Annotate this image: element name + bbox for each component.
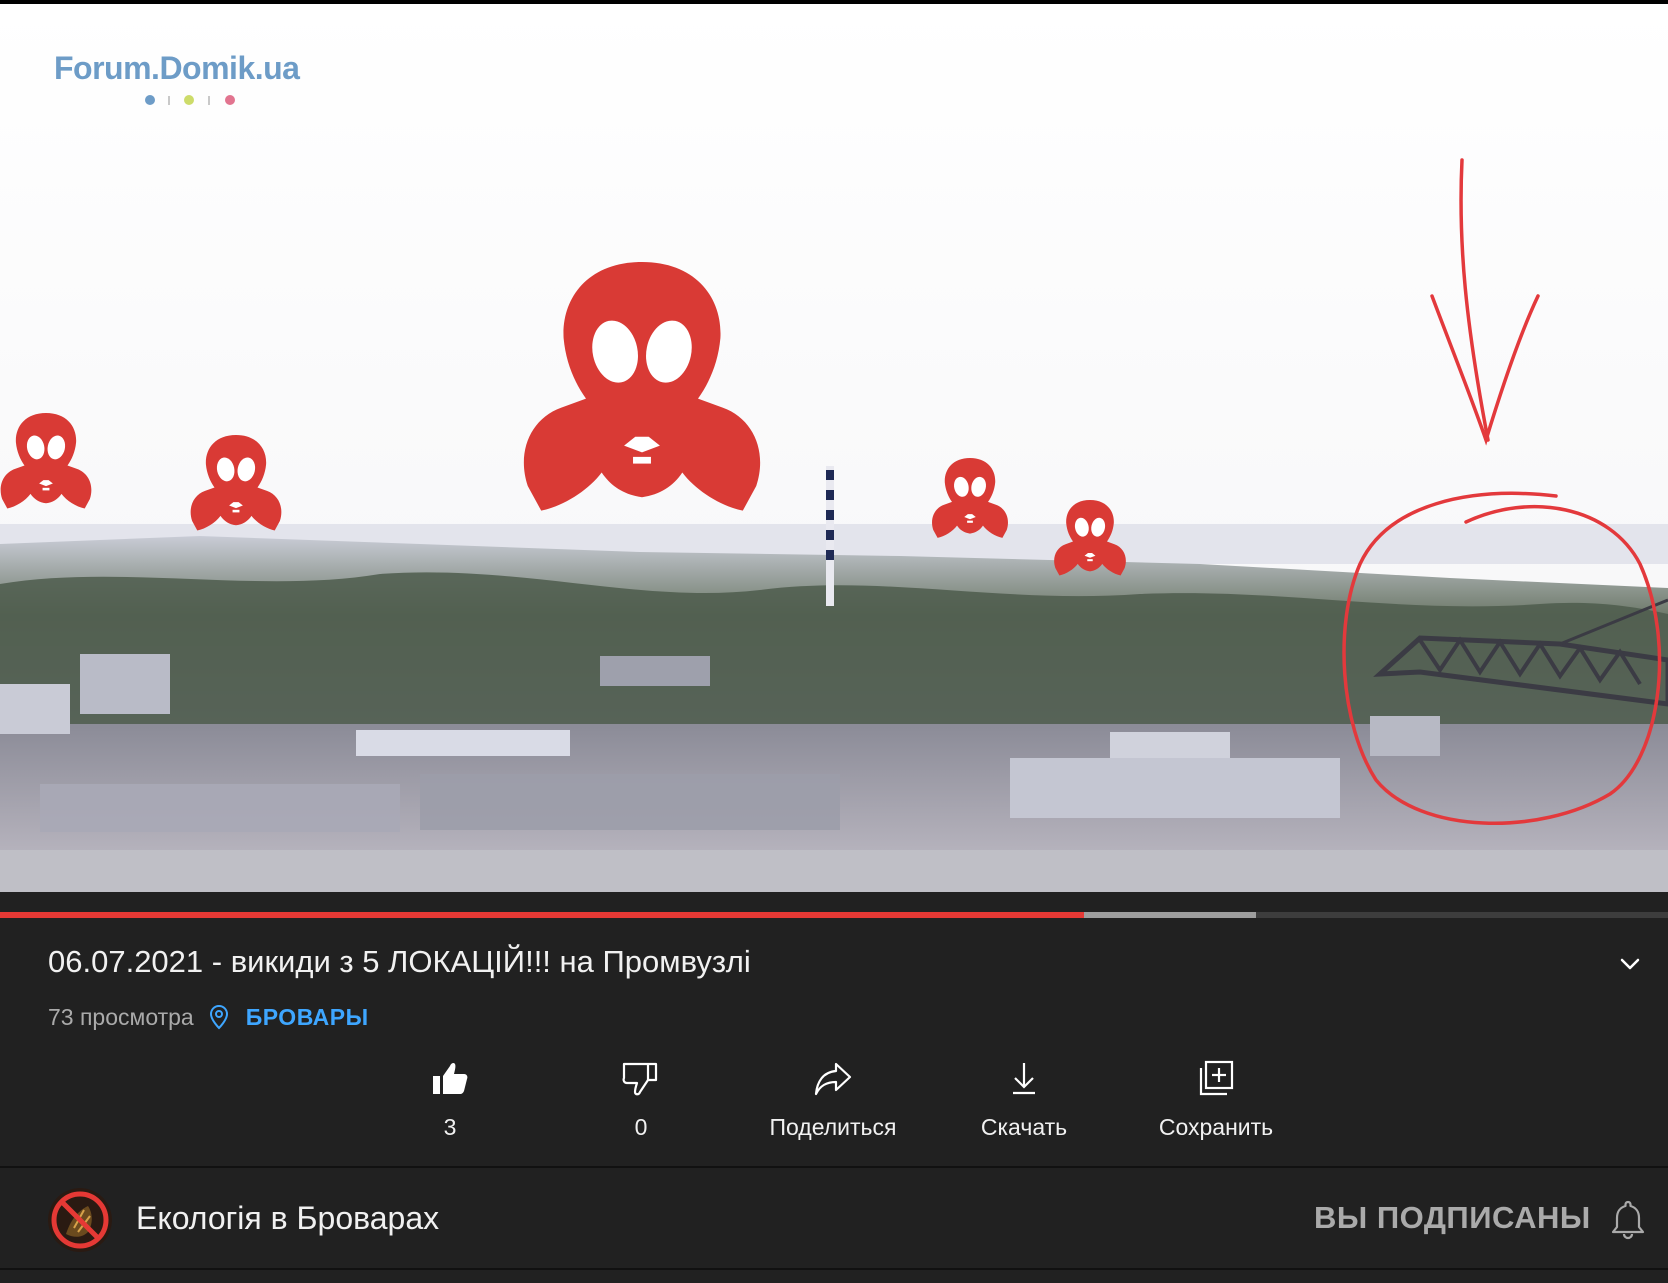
location-link[interactable]: БРОВАРЫ <box>246 1004 369 1031</box>
thumbs-down-icon <box>622 1062 658 1096</box>
location-pin-icon <box>209 1004 228 1030</box>
bell-icon[interactable] <box>1608 1198 1648 1240</box>
video-info-panel: 06.07.2021 - викиди з 5 ЛОКАЦІЙ!!! на Пр… <box>0 918 1668 1166</box>
add-to-playlist-icon <box>1199 1060 1234 1096</box>
avatar[interactable] <box>48 1188 112 1252</box>
watermark-dots <box>145 95 235 105</box>
channel-avatar-image <box>48 1188 112 1252</box>
like-count: 3 <box>443 1114 457 1140</box>
channel-row: Екологія в Броварах ВЫ ПОДПИСАНЫ <box>0 1168 1668 1268</box>
share-label: Поделиться <box>769 1114 897 1140</box>
chevron-down-icon[interactable] <box>1612 946 1648 982</box>
download-icon <box>1013 1063 1035 1095</box>
like-button[interactable]: 3 <box>360 1058 540 1158</box>
download-label: Скачать <box>980 1114 1068 1140</box>
dislike-button[interactable]: 0 <box>551 1058 731 1158</box>
thumbs-up-icon <box>433 1062 468 1094</box>
dislike-count: 0 <box>634 1114 648 1140</box>
video-player[interactable]: Forum.Domik.ua <box>0 4 1668 892</box>
watermark-logo: Forum.Domik.ua <box>54 50 324 110</box>
video-title: 06.07.2021 - викиди з 5 ЛОКАЦІЙ!!! на Пр… <box>48 944 751 979</box>
channel-name[interactable]: Екологія в Броварах <box>136 1200 439 1237</box>
video-meta: 73 просмотра БРОВАРЫ <box>48 1000 369 1034</box>
action-bar: 3 0 Поделиться Скачать Сохранить <box>0 1058 1668 1158</box>
save-label: Сохранить <box>1158 1114 1274 1140</box>
watermark-text: Forum.Domik.ua <box>54 50 300 86</box>
share-icon <box>814 1062 852 1096</box>
save-button[interactable]: Сохранить <box>1126 1058 1306 1158</box>
bottom-divider <box>0 1268 1668 1270</box>
share-button[interactable]: Поделиться <box>743 1058 923 1158</box>
download-button[interactable]: Скачать <box>934 1058 1114 1158</box>
view-count: 73 просмотра <box>48 1003 194 1030</box>
subscribed-button[interactable]: ВЫ ПОДПИСАНЫ <box>1314 1200 1591 1236</box>
video-frame <box>0 4 1668 892</box>
